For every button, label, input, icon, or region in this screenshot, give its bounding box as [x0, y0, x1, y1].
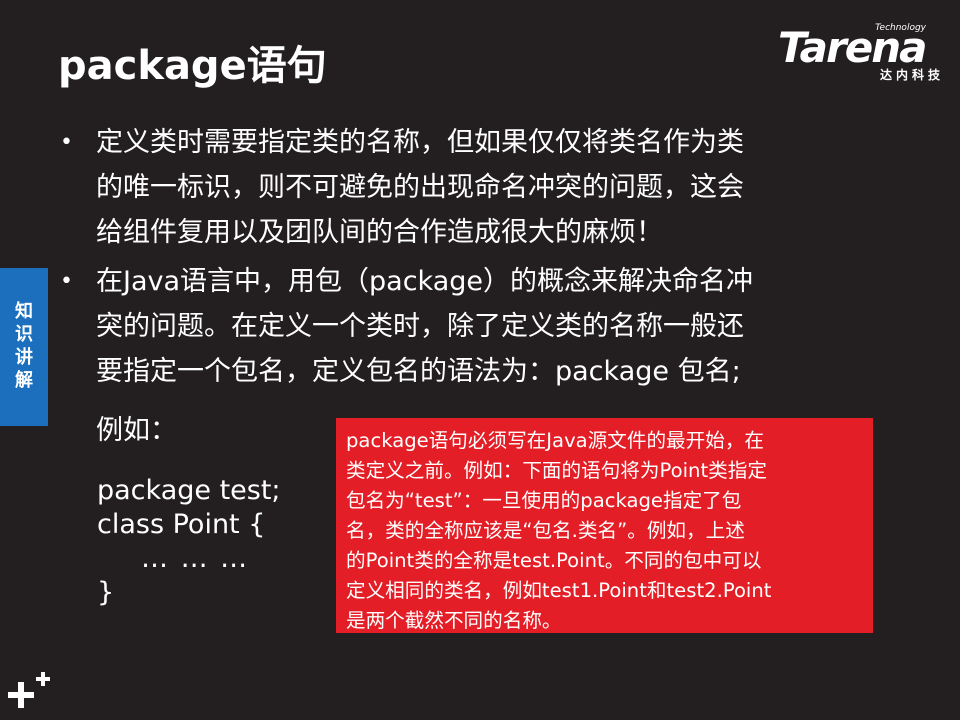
bullet-line: 突的问题。在定义一个类时，除了定义类的名称一般还 — [96, 311, 744, 342]
note-callout: package语句必须写在Java源文件的最开始，在 类定义之前。例如：下面的语… — [336, 418, 873, 633]
code-line: … … … — [141, 543, 250, 574]
note-line: package语句必须写在Java源文件的最开始，在 — [346, 429, 765, 452]
slide-title: package语句 — [58, 43, 327, 89]
bullet-line: 要指定一个包名，定义包名的语法为：package 包名; — [96, 356, 741, 387]
logo-wordmark: Tarena — [778, 23, 927, 72]
side-tab-label: 知识讲解 — [15, 301, 33, 391]
slide: package语句 Technology Tarena 达内科技 知识讲解 • … — [0, 0, 960, 720]
example-label: 例如： — [96, 415, 177, 446]
bullet-line: 给组件复用以及团队间的合作造成很大的麻烦！ — [96, 217, 663, 248]
logo-chinese-text: 达内科技 — [879, 68, 944, 82]
note-line: 定义相同的类名，例如test1.Point和test2.Point — [346, 579, 772, 602]
note-line: 包名为“test”：一旦使用的package指定了包 — [346, 489, 742, 512]
code-line: } — [97, 577, 115, 608]
side-tab-knowledge: 知识讲解 — [0, 268, 48, 426]
tarena-logo: Technology Tarena 达内科技 — [778, 22, 948, 84]
bullet-dot-icon: • — [60, 269, 73, 294]
code-line: class Point { — [97, 509, 266, 540]
bullet-dot-icon: • — [60, 130, 73, 155]
bullet-line: 的唯一标识，则不可避免的出现命名冲突的问题，这会 — [96, 172, 744, 203]
code-line: package test; — [97, 475, 281, 506]
plus-marks-icon — [8, 672, 50, 708]
bullet-line: 定义类时需要指定类的名称，但如果仅仅将类名作为类 — [96, 127, 744, 158]
note-line: 是两个截然不同的名称。 — [346, 609, 562, 632]
note-line: 的Point类的全称是test.Point。不同的包中可以 — [346, 549, 762, 572]
note-line: 类定义之前。例如：下面的语句将为Point类指定 — [346, 459, 767, 482]
bullet-item: • 在Java语言中，用包（package）的概念来解决命名冲 突的问题。在定义… — [56, 259, 876, 394]
bullet-list: • 定义类时需要指定类的名称，但如果仅仅将类名作为类 的唯一标识，则不可避免的出… — [56, 120, 876, 394]
code-example: package test; class Point { … … … } — [97, 474, 281, 610]
bullet-line: 在Java语言中，用包（package）的概念来解决命名冲 — [96, 266, 754, 297]
bullet-item: • 定义类时需要指定类的名称，但如果仅仅将类名作为类 的唯一标识，则不可避免的出… — [56, 120, 876, 255]
note-line: 名，类的全称应该是“包名.类名”。例如，上述 — [346, 519, 745, 542]
